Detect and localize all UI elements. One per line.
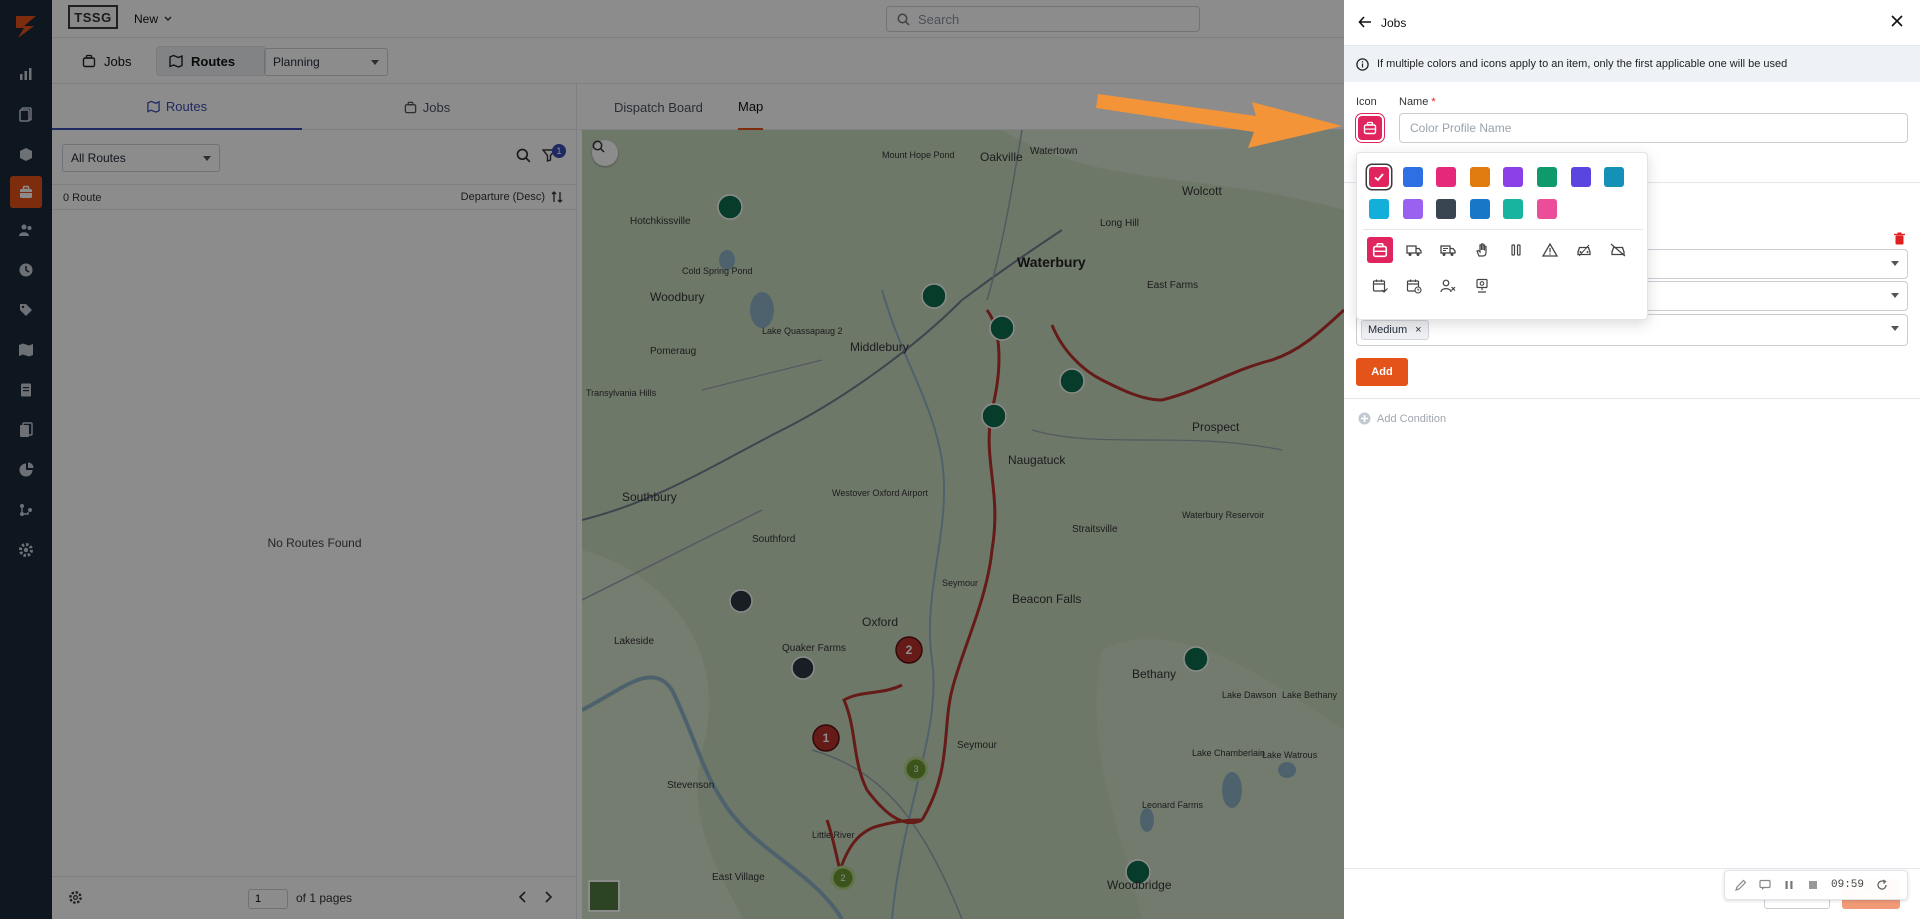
warning-icon[interactable] <box>1537 237 1563 263</box>
plus-circle-icon <box>1358 412 1371 425</box>
caret-down-icon <box>1891 326 1899 331</box>
color-swatch[interactable] <box>1503 167 1524 187</box>
value-chip-label: Medium <box>1368 324 1408 336</box>
color-swatch[interactable] <box>1537 167 1557 187</box>
icon-picker-button[interactable] <box>1358 116 1382 140</box>
trash-icon[interactable] <box>1893 232 1906 245</box>
close-icon[interactable] <box>1890 14 1904 28</box>
user-x-icon[interactable] <box>1435 273 1461 299</box>
pin-icon[interactable] <box>1469 273 1495 299</box>
color-swatch[interactable] <box>1469 167 1490 187</box>
add-condition-button[interactable]: Add Condition <box>1358 412 1446 425</box>
color-swatch[interactable] <box>1469 199 1490 219</box>
color-swatch[interactable] <box>1369 199 1389 219</box>
color-swatch[interactable] <box>1402 167 1423 187</box>
value-chip: Medium × <box>1361 320 1429 340</box>
no-car-icon[interactable] <box>1605 237 1631 263</box>
info-icon <box>1356 57 1369 71</box>
section-divider <box>1344 398 1920 399</box>
calendar-clock-icon[interactable] <box>1401 273 1427 299</box>
color-swatch[interactable] <box>1537 199 1557 219</box>
add-condition-label: Add Condition <box>1377 412 1447 425</box>
color-swatch[interactable] <box>1570 167 1591 187</box>
add-button[interactable]: Add <box>1356 358 1408 386</box>
name-field-label-text: Name <box>1399 96 1429 108</box>
screen-recorder-widget: 09:59 <box>1724 870 1908 900</box>
info-notice: If multiple colors and icons apply to an… <box>1344 46 1920 82</box>
icon-color-picker <box>1356 152 1648 320</box>
restart-icon[interactable] <box>1876 879 1888 891</box>
recording-timer: 09:59 <box>1831 879 1865 891</box>
stop-icon[interactable] <box>1807 879 1819 891</box>
comment-icon[interactable] <box>1759 879 1771 891</box>
pen-icon[interactable] <box>1735 879 1747 891</box>
color-swatch[interactable] <box>1436 199 1457 219</box>
color-swatch[interactable] <box>1503 199 1524 219</box>
check-icon <box>1374 173 1384 182</box>
calendar-check-icon[interactable] <box>1367 273 1393 299</box>
drawer-title: Jobs <box>1381 16 1407 30</box>
name-field-label: Name * <box>1399 96 1436 108</box>
caret-down-icon <box>1891 293 1899 298</box>
required-marker: * <box>1431 96 1436 108</box>
car-icon[interactable] <box>1571 237 1597 263</box>
arrow-left-icon[interactable] <box>1358 15 1372 29</box>
hand-icon[interactable] <box>1469 237 1495 263</box>
briefcase-icon <box>1363 121 1377 135</box>
color-swatch[interactable] <box>1369 167 1389 187</box>
caret-down-icon <box>1891 261 1899 266</box>
color-swatch[interactable] <box>1604 167 1625 187</box>
pause-icon[interactable] <box>1503 237 1529 263</box>
info-notice-text: If multiple colors and icons apply to an… <box>1377 58 1788 70</box>
callout-arrow-icon <box>1096 94 1342 148</box>
briefcase-icon[interactable] <box>1367 237 1393 263</box>
truck-icon[interactable] <box>1401 237 1427 263</box>
color-swatch[interactable] <box>1402 199 1423 219</box>
delivery-truck-icon[interactable] <box>1435 237 1461 263</box>
drawer-header: Jobs <box>1344 0 1920 46</box>
color-profile-name-input[interactable] <box>1399 113 1908 143</box>
chip-remove-icon[interactable]: × <box>1415 324 1421 336</box>
pause-icon[interactable] <box>1783 879 1795 891</box>
picker-divider <box>1363 229 1643 230</box>
icon-field-label: Icon <box>1356 96 1377 108</box>
color-swatch[interactable] <box>1436 167 1457 187</box>
color-profile-drawer: Jobs If multiple colors and icons apply … <box>1344 0 1920 919</box>
